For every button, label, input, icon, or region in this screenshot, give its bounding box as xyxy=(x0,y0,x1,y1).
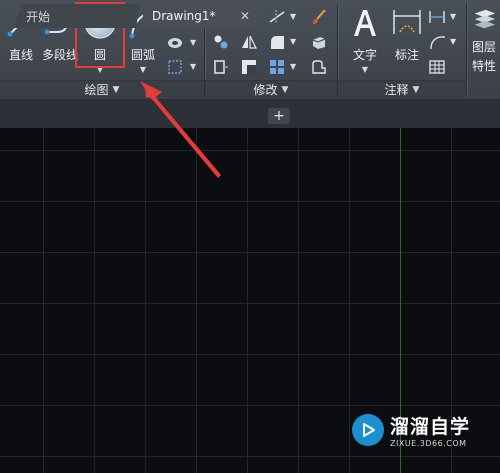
trim-icon xyxy=(269,10,285,24)
tab-start-label: 开始 xyxy=(26,9,51,24)
tab-drawing1[interactable]: Drawing1* ✕ xyxy=(140,4,262,28)
stretch-icon xyxy=(214,60,228,74)
offset-button[interactable] xyxy=(310,58,330,76)
chevron-down-icon: ▼ xyxy=(412,84,420,95)
array-button[interactable] xyxy=(268,58,288,76)
file-tab-bar xyxy=(0,100,500,128)
brush-icon xyxy=(313,9,326,24)
linear-dimension-icon xyxy=(429,11,445,23)
erase-button[interactable] xyxy=(310,8,330,26)
scale-icon xyxy=(242,60,256,74)
array-icon xyxy=(270,60,284,74)
line-label: 直线 xyxy=(8,48,33,62)
leader-button[interactable] xyxy=(428,33,448,51)
stretch-button[interactable] xyxy=(212,58,232,76)
chevron-down-icon: ▼ xyxy=(281,84,289,95)
dimension-icon xyxy=(393,10,421,34)
hatch-button[interactable] xyxy=(166,34,186,52)
draw-panel-title-label: 绘图 xyxy=(84,83,109,97)
close-icon[interactable]: ✕ xyxy=(240,9,250,23)
arc-label: 圆弧 xyxy=(130,48,155,62)
chevron-down-icon: ▼ xyxy=(112,84,120,95)
explode-button[interactable] xyxy=(310,33,330,51)
draw-panel-title[interactable]: 绘图 ▼ xyxy=(0,80,204,98)
layer-properties-button[interactable]: 图层 特性 xyxy=(468,4,500,74)
scale-button[interactable] xyxy=(240,58,260,76)
chevron-down-icon[interactable]: ▼ xyxy=(190,62,196,71)
leader-icon xyxy=(430,36,445,50)
mirror-icon xyxy=(242,35,257,49)
fillet-button[interactable] xyxy=(268,33,288,51)
copy-icon xyxy=(214,35,228,49)
table-button[interactable] xyxy=(428,58,448,76)
watermark-subtitle: ZIXUE.3D66.COM xyxy=(390,439,467,448)
chevron-down-icon[interactable]: ▼ xyxy=(290,62,296,71)
hatch-icon xyxy=(168,38,182,48)
modify-panel-title[interactable]: 修改 ▼ xyxy=(205,80,337,98)
linear-dim-button[interactable] xyxy=(428,8,448,26)
play-icon xyxy=(352,414,384,446)
chevron-down-icon[interactable]: ▼ xyxy=(190,38,196,47)
chevron-down-icon[interactable]: ▼ xyxy=(290,37,296,46)
annotation-panel-title-label: 注释 xyxy=(384,83,409,97)
text-label: 文字 xyxy=(352,48,377,62)
dimension-button[interactable]: 标注 xyxy=(388,4,426,74)
annotation-panel-title[interactable]: 注释 ▼ xyxy=(338,80,466,98)
trim-button[interactable] xyxy=(268,8,288,26)
boundary-button[interactable] xyxy=(166,58,186,76)
chevron-down-icon[interactable]: ▼ xyxy=(140,65,146,74)
watermark-title: 溜溜自学 xyxy=(390,416,471,438)
new-tab-button[interactable]: + xyxy=(268,108,290,124)
mirror-button[interactable] xyxy=(240,33,260,51)
tab-drawing1-label: Drawing1* xyxy=(152,9,216,23)
layer-label-line1: 图层 xyxy=(471,40,496,54)
chevron-down-icon[interactable]: ▼ xyxy=(450,12,456,21)
cube-icon xyxy=(312,37,326,49)
offset-icon xyxy=(312,60,326,74)
layers-icon xyxy=(474,9,496,29)
panel-divider xyxy=(466,4,467,96)
dimension-label: 标注 xyxy=(394,48,419,62)
copy-button[interactable] xyxy=(212,33,232,51)
chevron-down-icon[interactable]: ▼ xyxy=(290,12,296,21)
boundary-icon xyxy=(168,60,182,74)
layer-label-line2: 特性 xyxy=(471,59,496,73)
modify-panel-title-label: 修改 xyxy=(253,83,278,97)
polyline-label: 多段线 xyxy=(41,48,78,62)
watermark: 溜溜自学 ZIXUE.3D66.COM xyxy=(352,406,470,454)
chevron-down-icon[interactable]: ▼ xyxy=(450,37,456,46)
tab-start[interactable]: 开始 xyxy=(14,4,140,28)
fillet-icon xyxy=(271,36,284,49)
text-button[interactable]: 文字 ▼ xyxy=(346,4,384,74)
table-icon xyxy=(429,60,445,74)
text-icon xyxy=(354,10,376,36)
chevron-down-icon[interactable]: ▼ xyxy=(362,65,368,74)
